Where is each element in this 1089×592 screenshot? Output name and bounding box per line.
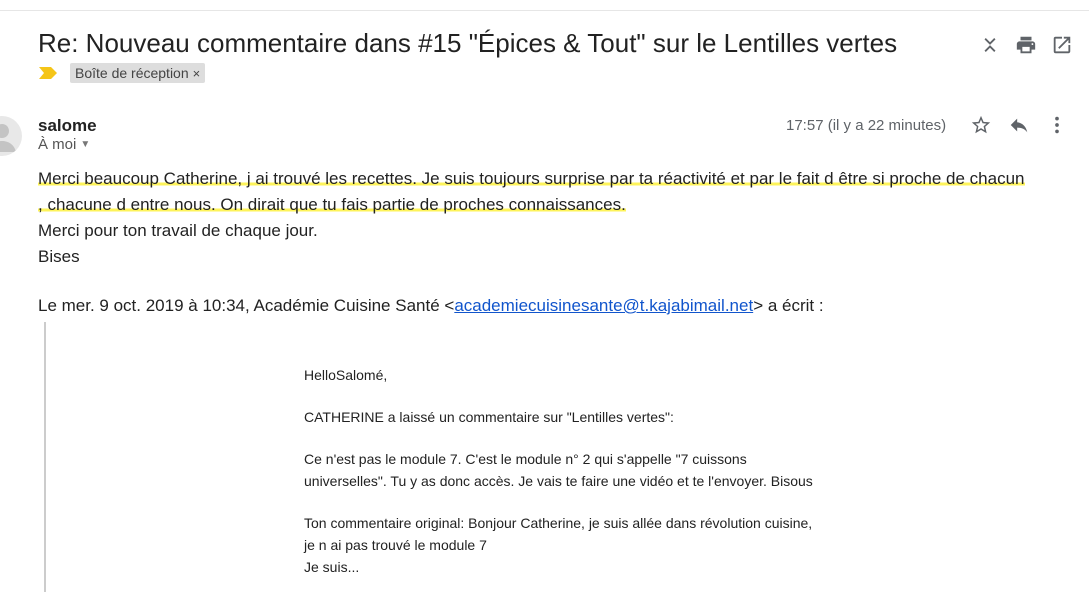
quoted-paragraph-2a: Ce n'est pas le module 7. C'est le modul…	[304, 451, 747, 467]
recipient-label: À moi	[38, 136, 77, 153]
quoted-paragraph-3b: je n ai pas trouvé le module 7	[304, 537, 487, 553]
avatar-icon[interactable]	[0, 116, 22, 156]
open-new-window-icon[interactable]	[1051, 34, 1073, 56]
sender-name[interactable]: salome	[38, 116, 97, 136]
quoted-message: HelloSalomé, CATHERINE a laissé un comme…	[304, 364, 813, 578]
star-icon[interactable]	[970, 114, 992, 136]
chevron-down-icon: ▼	[80, 139, 91, 150]
more-vert-icon[interactable]	[1046, 114, 1068, 136]
recipient-toggle[interactable]: À moi ▼	[38, 136, 90, 153]
body-line-4: Bises	[38, 247, 80, 266]
reply-icon[interactable]	[1008, 114, 1030, 136]
message-body: Merci beaucoup Catherine, j ai trouvé le…	[38, 166, 1078, 270]
header-actions	[979, 34, 1073, 56]
body-line-1: Merci beaucoup Catherine, j ai trouvé le…	[38, 169, 1025, 188]
inbox-label-text: Boîte de réception	[75, 65, 189, 81]
email-subject: Re: Nouveau commentaire dans #15 "Épices…	[38, 28, 898, 58]
quote-border	[44, 322, 46, 592]
quoted-greeting: HelloSalomé,	[304, 367, 388, 383]
print-icon[interactable]	[1015, 34, 1037, 56]
top-divider	[0, 0, 1089, 11]
body-line-3: Merci pour ton travail de chaque jour.	[38, 221, 318, 240]
sender-email-link[interactable]: academiecuisinesante@t.kajabimail.net	[454, 296, 753, 315]
collapse-all-icon[interactable]	[979, 34, 1001, 56]
body-line-2: , chacune d entre nous. On dirait que tu…	[38, 195, 626, 214]
message-timestamp: 17:57 (il y a 22 minutes)	[786, 117, 947, 134]
quoted-paragraph-2b: universelles". Tu y as donc accès. Je va…	[304, 473, 813, 489]
quoted-paragraph-3a: Ton commentaire original: Bonjour Cather…	[304, 515, 813, 531]
quote-attribution: Le mer. 9 oct. 2019 à 10:34, Académie Cu…	[38, 296, 824, 316]
inbox-label-chip[interactable]: Boîte de réception ×	[70, 63, 206, 83]
remove-label-icon[interactable]: ×	[193, 66, 201, 81]
quoted-paragraph-3c: Je suis...	[304, 559, 360, 575]
quote-attribution-suffix: > a écrit :	[753, 296, 824, 315]
quote-attribution-prefix: Le mer. 9 oct. 2019 à 10:34, Académie Cu…	[38, 296, 455, 315]
quoted-paragraph-1: CATHERINE a laissé un commentaire sur "L…	[304, 409, 674, 425]
important-marker-icon[interactable]	[38, 66, 58, 80]
label-row: Boîte de réception ×	[38, 63, 206, 83]
message-actions	[970, 114, 1068, 136]
